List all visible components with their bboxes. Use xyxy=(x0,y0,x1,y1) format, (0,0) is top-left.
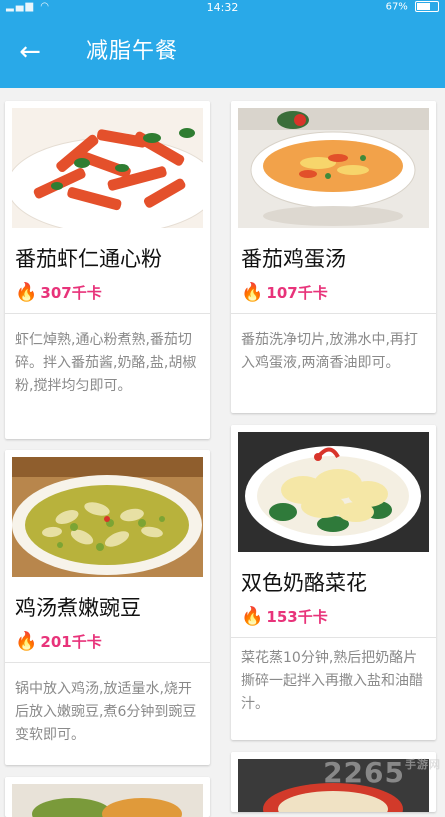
calorie-label: 🔥 153千卡 xyxy=(241,606,328,627)
battery-icon xyxy=(415,1,439,12)
recipe-card[interactable]: 鸡汤煮嫩豌豆 🔥 201千卡 锅中放入鸡汤,放适量水,烧开后放入嫩豌豆,煮6分钟到… xyxy=(5,450,210,765)
recipe-description: 番茄洗净切片,放沸水中,再打入鸡蛋液,两滴香油即可。 xyxy=(241,332,418,371)
recipe-name: 鸡汤煮嫩豌豆 xyxy=(15,596,141,620)
calorie-label: 🔥 201千卡 xyxy=(15,631,102,652)
recipe-card[interactable]: 番茄虾仁通心粉 🔥 307千卡 虾仁焯熟,通心粉煮熟,番茄切碎。拌入番茄酱,奶酪,… xyxy=(5,101,210,439)
divider xyxy=(231,637,436,638)
recipe-name: 番茄虾仁通心粉 xyxy=(15,247,162,271)
divider xyxy=(5,662,210,663)
flame-icon: 🔥 xyxy=(15,631,38,652)
page-title: 减脂午餐 xyxy=(86,39,179,64)
flame-icon: 🔥 xyxy=(241,282,264,303)
divider xyxy=(5,313,210,314)
flame-icon: 🔥 xyxy=(15,282,38,303)
recipe-name: 双色奶酪菜花 xyxy=(241,571,367,595)
arrow-left-icon: ← xyxy=(19,37,41,67)
recipe-image xyxy=(12,457,203,577)
battery-indicator: 67% xyxy=(386,1,439,13)
calorie-label: 🔥 307千卡 xyxy=(15,282,102,303)
recipe-image xyxy=(12,108,203,228)
recipe-image xyxy=(238,108,429,228)
back-button[interactable]: ← xyxy=(14,36,46,68)
recipe-description: 锅中放入鸡汤,放适量水,烧开后放入嫩豌豆,煮6分钟到豌豆变软即可。 xyxy=(15,681,197,743)
status-time: 14:32 xyxy=(206,1,239,14)
divider xyxy=(231,313,436,314)
recipe-name: 番茄鸡蛋汤 xyxy=(241,247,346,271)
app-bar: ← 减脂午餐 xyxy=(0,16,445,88)
calorie-label: 🔥 107千卡 xyxy=(241,282,328,303)
recipe-description: 虾仁焯熟,通心粉煮熟,番茄切碎。拌入番茄酱,奶酪,盐,胡椒粉,搅拌均匀即可。 xyxy=(15,332,197,394)
recipe-image xyxy=(12,784,203,817)
battery-percent: 67% xyxy=(385,1,408,13)
recipe-card[interactable]: 番茄鸡蛋汤 🔥 107千卡 番茄洗净切片,放沸水中,再打入鸡蛋液,两滴香油即可。 xyxy=(231,101,436,413)
recipe-image xyxy=(238,432,429,552)
flame-icon: 🔥 xyxy=(241,606,264,627)
status-bar: ▂▄▆ ◠ 14:32 67% xyxy=(0,0,445,16)
recipe-card[interactable]: 双色奶酪菜花 🔥 153千卡 菜花蒸10分钟,熟后把奶酪片撕碎一起拌入再撒入盐和油… xyxy=(231,425,436,740)
recipe-card[interactable] xyxy=(5,777,210,817)
watermark: 2265手游网 xyxy=(323,756,441,789)
recipe-description: 菜花蒸10分钟,熟后把奶酪片撕碎一起拌入再撒入盐和油醋汁。 xyxy=(241,650,423,712)
